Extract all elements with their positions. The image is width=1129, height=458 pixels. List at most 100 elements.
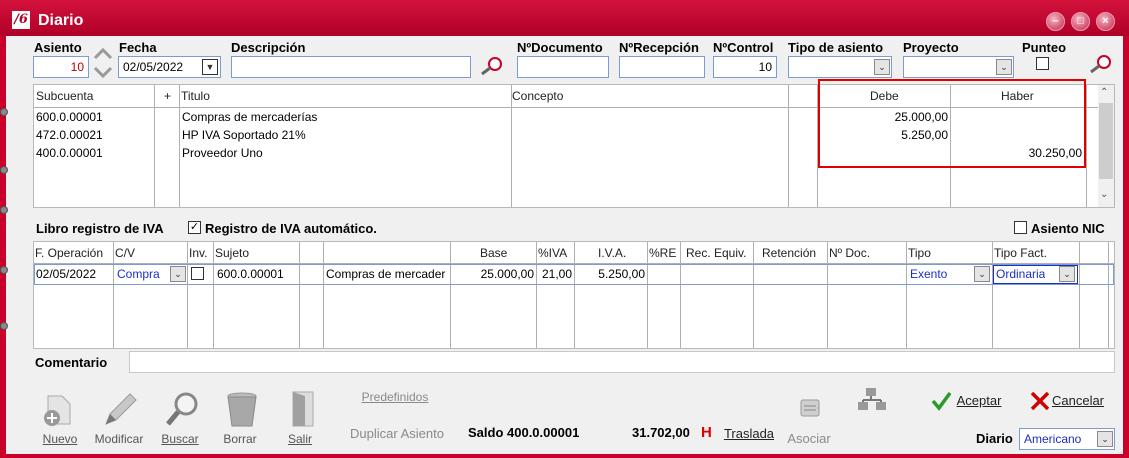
comentario-field[interactable] <box>129 351 1115 373</box>
asiento-field[interactable]: 10 <box>33 56 89 78</box>
asiento-nic-label: Asiento NIC <box>1031 221 1105 236</box>
iva-row-base[interactable]: 25.000,00 <box>452 267 534 281</box>
modificar-button[interactable]: Modificar <box>94 432 144 446</box>
search-descripcion-icon[interactable] <box>479 56 505 76</box>
iva-row-cv[interactable]: Compra <box>117 267 160 281</box>
duplicar-asiento-button[interactable]: Duplicar Asiento <box>345 426 449 441</box>
row3-subcuenta[interactable]: 400.0.00001 <box>36 146 103 160</box>
iva-row-tipo-fact[interactable]: Ordinaria <box>996 267 1045 281</box>
close-icon[interactable]: × <box>1096 12 1115 31</box>
col-n-doc[interactable]: Nº Doc. <box>829 246 870 260</box>
chevron-down-icon[interactable]: ⌄ <box>1059 266 1075 282</box>
proyecto-select[interactable]: ⌄ <box>903 56 1014 78</box>
chevron-down-icon[interactable]: ⌄ <box>874 59 890 75</box>
scroll-up-icon[interactable]: ⌃ <box>1100 87 1108 98</box>
grid-column-divider <box>113 242 114 348</box>
asociar-button[interactable]: Asociar <box>784 431 834 446</box>
iva-row-f-operacion[interactable]: 02/05/2022 <box>36 267 96 281</box>
col-plus[interactable]: + <box>164 89 171 103</box>
row1-subcuenta[interactable]: 600.0.00001 <box>36 110 103 124</box>
col-inv[interactable]: Inv. <box>189 246 207 260</box>
grid-column-divider <box>323 242 324 348</box>
cancel-x-icon[interactable] <box>1028 390 1052 412</box>
nrecepcion-field[interactable] <box>619 56 705 78</box>
salir-button[interactable]: Salir <box>283 432 317 446</box>
iva-row-desc[interactable]: Compras de mercader <box>326 267 448 281</box>
binder-ring-icon <box>0 108 8 116</box>
search-punteo-icon[interactable] <box>1088 54 1114 74</box>
predefinidos-button[interactable]: Predefinidos <box>355 390 435 404</box>
maximize-icon[interactable]: □ <box>1071 12 1090 31</box>
col-tipo-fact[interactable]: Tipo Fact. <box>994 246 1047 260</box>
new-document-icon[interactable] <box>40 390 80 430</box>
col-titulo[interactable]: Titulo <box>181 89 210 103</box>
row1-titulo[interactable]: Compras de mercaderías <box>182 110 317 124</box>
cancelar-button[interactable]: Cancelar <box>1050 393 1106 408</box>
debe-haber-highlight <box>818 79 1086 168</box>
col-subcuenta[interactable]: Subcuenta <box>36 89 93 103</box>
aceptar-button[interactable]: Aceptar <box>954 393 1004 408</box>
col-concepto[interactable]: Concepto <box>512 89 563 103</box>
grid-column-divider <box>536 242 537 348</box>
chevron-down-icon[interactable]: ⌄ <box>170 266 186 282</box>
grid-column-divider <box>906 242 907 348</box>
ncontrol-field[interactable]: 10 <box>713 56 777 78</box>
col-sujeto[interactable]: Sujeto <box>215 246 249 260</box>
punteo-checkbox[interactable] <box>1036 57 1049 70</box>
tipo-asiento-label: Tipo de asiento <box>788 40 884 55</box>
chevron-down-icon[interactable]: ⌄ <box>996 59 1012 75</box>
row2-subcuenta[interactable]: 472.0.00021 <box>36 128 103 142</box>
iva-row-inv-checkbox[interactable] <box>191 267 204 280</box>
iva-row-sujeto[interactable]: 600.0.00001 <box>217 267 284 281</box>
chevron-down-icon[interactable]: ⌄ <box>974 266 990 282</box>
entries-scrollbar[interactable]: ⌃ ⌄ <box>1098 85 1114 207</box>
network-icon[interactable] <box>856 386 890 414</box>
app-logo: /6 <box>12 11 30 29</box>
chevron-down-icon[interactable]: ⌄ <box>1097 431 1113 447</box>
col-cv[interactable]: C/V <box>115 246 135 260</box>
descripcion-field[interactable] <box>231 56 471 78</box>
scroll-down-icon[interactable]: ⌄ <box>1100 189 1108 200</box>
borrar-button[interactable]: Borrar <box>218 432 262 446</box>
grid-column-divider <box>1086 85 1087 207</box>
col-f-operacion[interactable]: F. Operación <box>35 246 103 260</box>
col-piva[interactable]: %IVA <box>538 246 567 260</box>
binder-ring-icon <box>0 322 8 330</box>
fecha-field[interactable]: 02/05/2022 ▼ <box>118 56 221 78</box>
row3-titulo[interactable]: Proveedor Uno <box>182 146 263 160</box>
iva-row-piva[interactable]: 21,00 <box>538 267 572 281</box>
saldo-label: Saldo 400.0.00001 <box>468 425 580 440</box>
diario-select[interactable]: Americano ⌄ <box>1019 428 1115 450</box>
buscar-button[interactable]: Buscar <box>158 432 202 446</box>
col-base[interactable]: Base <box>480 246 507 260</box>
col-rec-equiv[interactable]: Rec. Equiv. <box>686 246 746 260</box>
pencil-icon[interactable] <box>100 390 140 430</box>
magnifier-icon[interactable] <box>162 390 202 430</box>
row2-titulo[interactable]: HP IVA Soportado 21% <box>182 128 306 142</box>
traslada-button[interactable]: Traslada <box>722 426 776 441</box>
diario-value: Americano <box>1024 432 1082 446</box>
iva-row-tipo[interactable]: Exento <box>910 267 947 281</box>
grid-column-divider <box>213 242 214 348</box>
asiento-label: Asiento <box>34 40 82 55</box>
scrollbar-thumb[interactable] <box>1099 103 1113 179</box>
ndocumento-field[interactable] <box>517 56 609 78</box>
iva-row-iva[interactable]: 5.250,00 <box>576 267 645 281</box>
minimize-icon[interactable]: – <box>1046 12 1065 31</box>
col-pre[interactable]: %RE <box>649 246 676 260</box>
col-iva[interactable]: I.V.A. <box>598 246 626 260</box>
exit-door-icon[interactable] <box>283 390 323 430</box>
nuevo-button[interactable]: Nuevo <box>40 432 80 446</box>
fecha-label: Fecha <box>119 40 157 55</box>
grid-column-divider <box>753 242 754 348</box>
tipo-asiento-select[interactable]: ⌄ <box>788 56 892 78</box>
col-tipo[interactable]: Tipo <box>908 246 931 260</box>
asiento-nic-checkbox[interactable] <box>1014 221 1027 234</box>
registro-iva-checkbox[interactable]: ✓ <box>188 221 201 234</box>
asociar-icon[interactable] <box>798 396 822 420</box>
col-retencion[interactable]: Retención <box>762 246 816 260</box>
asiento-spinner-icon[interactable] <box>93 46 113 80</box>
fecha-dropdown-icon[interactable]: ▼ <box>202 59 218 75</box>
trash-icon[interactable] <box>222 390 262 430</box>
checkmark-icon[interactable] <box>930 390 952 412</box>
